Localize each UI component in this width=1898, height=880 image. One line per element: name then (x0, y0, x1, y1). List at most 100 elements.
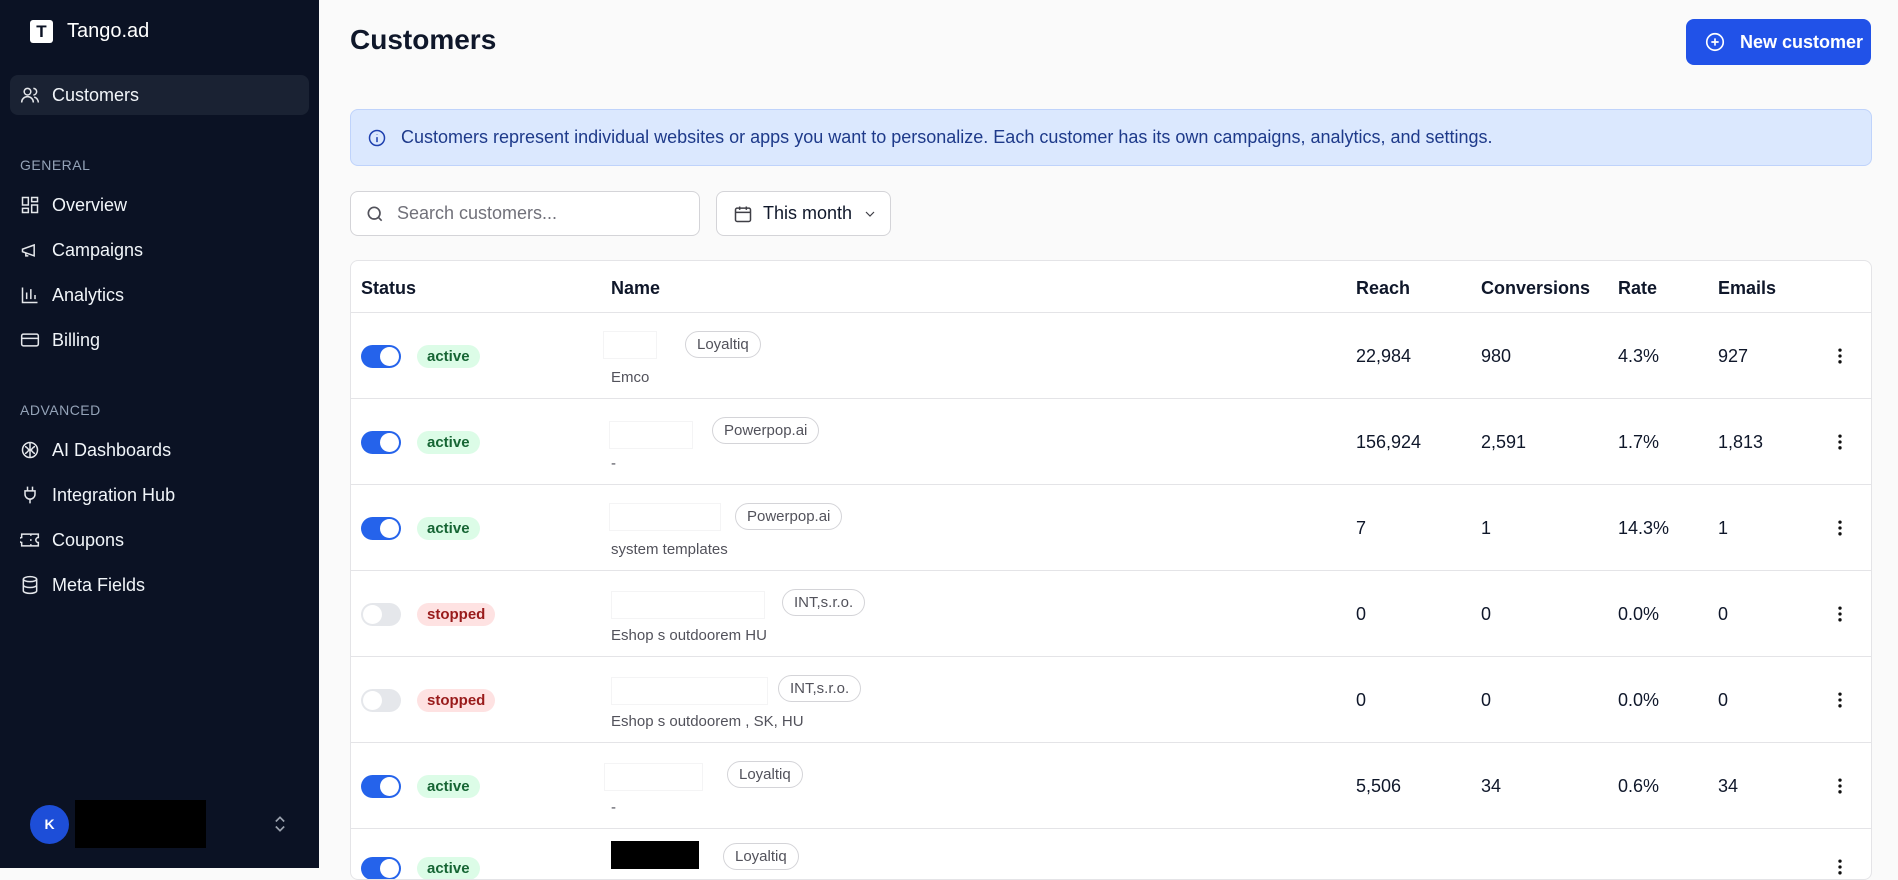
new-customer-button[interactable]: New customer (1686, 19, 1871, 65)
row-actions-button[interactable] (1830, 432, 1850, 452)
status-toggle[interactable] (361, 431, 401, 454)
customer-name: - (611, 455, 616, 472)
status-toggle[interactable] (361, 517, 401, 540)
more-vertical-icon (1838, 348, 1842, 364)
org-tag: Powerpop.ai (735, 503, 843, 530)
status-toggle[interactable] (361, 603, 401, 626)
reach-value: 22,984 (1356, 346, 1412, 366)
org-tag: Loyaltiq (723, 843, 799, 870)
table-row[interactable]: active Loyaltiq (351, 829, 1871, 879)
row-actions-button[interactable] (1830, 690, 1850, 710)
status-toggle[interactable] (361, 689, 401, 712)
status-badge: stopped (417, 603, 496, 626)
row-actions-button[interactable] (1830, 857, 1850, 877)
database-icon (22, 575, 38, 595)
sidebar-item-label: Meta Fields (52, 574, 146, 595)
sidebar-item-customers[interactable]: Customers (10, 75, 309, 115)
org-tag: INT,s.r.o. (778, 675, 862, 702)
emails-value: 1 (1718, 518, 1729, 538)
customers-table: Status Name Reach Conversions Rate Email… (350, 260, 1872, 880)
row-actions-button[interactable] (1830, 776, 1850, 796)
plus-circle-icon (1705, 32, 1725, 52)
org-tag: INT,s.r.o. (782, 589, 866, 616)
rate-value: 0.6% (1618, 776, 1660, 796)
status-badge: active (417, 345, 480, 368)
sidebar-item-coupons[interactable]: Coupons (10, 520, 309, 560)
emails-value: 0 (1718, 690, 1729, 710)
search-icon (367, 206, 383, 221)
sidebar-item-analytics[interactable]: Analytics (10, 275, 309, 315)
user-menu[interactable]: K (30, 800, 290, 848)
info-icon (368, 129, 386, 146)
sidebar-item-ai-dashboards[interactable]: AI Dashboards (10, 430, 309, 470)
plug-icon (24, 486, 36, 504)
column-name[interactable]: Name (611, 278, 660, 299)
table-row[interactable]: stopped INT,s.r.o. Eshop s outdoorem , S… (351, 657, 1871, 743)
org-tag: Loyaltiq (727, 761, 803, 788)
rate-value: 1.7% (1618, 432, 1660, 452)
users-icon (20, 87, 40, 103)
sidebar-item-label: Billing (52, 329, 101, 350)
table-row[interactable]: active Loyaltiq - 5,506 34 0.6% 34 (351, 743, 1871, 829)
customer-name: Emco (611, 369, 650, 386)
sidebar-item-label: AI Dashboards (52, 439, 172, 460)
sidebar-item-meta-fields[interactable]: Meta Fields (10, 565, 309, 605)
customer-logo (611, 591, 765, 619)
table-row[interactable]: active Loyaltiq Emco 22,984 980 4.3% 927 (351, 313, 1871, 399)
sidebar-item-billing[interactable]: Billing (10, 320, 309, 360)
row-actions-button[interactable] (1830, 518, 1850, 538)
ticket-icon (20, 533, 40, 547)
tango-logo: T (30, 20, 53, 43)
more-vertical-icon (1838, 434, 1842, 450)
avatar: K (30, 804, 69, 844)
table-row[interactable]: active Powerpop.ai system templates 7 1 … (351, 485, 1871, 571)
reach-value: 0 (1356, 690, 1367, 710)
row-actions-button[interactable] (1830, 346, 1850, 366)
table-header: Status Name Reach Conversions Rate Email… (351, 261, 1871, 313)
table-row[interactable]: active Powerpop.ai - 156,924 2,591 1.7% … (351, 399, 1871, 485)
emails-value: 1,813 (1718, 432, 1764, 452)
new-customer-label: New customer (1740, 31, 1864, 52)
row-actions-button[interactable] (1830, 604, 1850, 624)
reach-value: 0 (1356, 604, 1367, 624)
layout-dashboard-icon (21, 196, 39, 214)
column-conversions[interactable]: Conversions (1481, 278, 1590, 299)
org-tag: Powerpop.ai (712, 417, 820, 444)
search-input[interactable] (397, 203, 677, 224)
more-vertical-icon (1838, 692, 1842, 708)
table-row[interactable]: stopped INT,s.r.o. Eshop s outdoorem HU … (351, 571, 1871, 657)
sidebar-item-label: Campaigns (52, 239, 144, 260)
sidebar-item-label: Customers (52, 84, 140, 105)
status-toggle[interactable] (361, 345, 401, 368)
conversions-value: 2,591 (1481, 432, 1527, 452)
column-emails[interactable]: Emails (1718, 278, 1776, 299)
sidebar-item-label: Coupons (52, 529, 125, 550)
status-toggle[interactable] (361, 775, 401, 798)
status-badge: active (417, 517, 480, 540)
reach-value: 5,506 (1356, 776, 1402, 796)
column-rate[interactable]: Rate (1618, 278, 1657, 299)
more-vertical-icon (1838, 859, 1842, 875)
customer-logo (604, 763, 703, 791)
customer-logo (609, 421, 693, 449)
customer-name: system templates (611, 541, 728, 558)
sidebar-item-overview[interactable]: Overview (10, 185, 309, 225)
status-toggle[interactable] (361, 857, 401, 879)
date-range-select[interactable]: This month (716, 191, 891, 236)
sidebar-item-integration-hub[interactable]: Integration Hub (10, 475, 309, 515)
emails-value: 34 (1718, 776, 1739, 796)
reach-value: 7 (1356, 518, 1367, 538)
sidebar-item-campaigns[interactable]: Campaigns (10, 230, 309, 270)
page-title: Customers (350, 24, 497, 55)
rate-value: 14.3% (1618, 518, 1670, 538)
brand[interactable]: T Tango.ad (30, 20, 149, 43)
more-vertical-icon (1838, 606, 1842, 622)
user-name-redacted (75, 800, 206, 848)
customer-name: Eshop s outdoorem , SK, HU (611, 713, 804, 730)
megaphone-icon (21, 243, 35, 257)
column-reach[interactable]: Reach (1356, 278, 1410, 299)
search-box[interactable] (350, 191, 700, 236)
customer-logo (611, 677, 768, 705)
conversions-value: 980 (1481, 346, 1512, 366)
column-status[interactable]: Status (361, 278, 416, 299)
